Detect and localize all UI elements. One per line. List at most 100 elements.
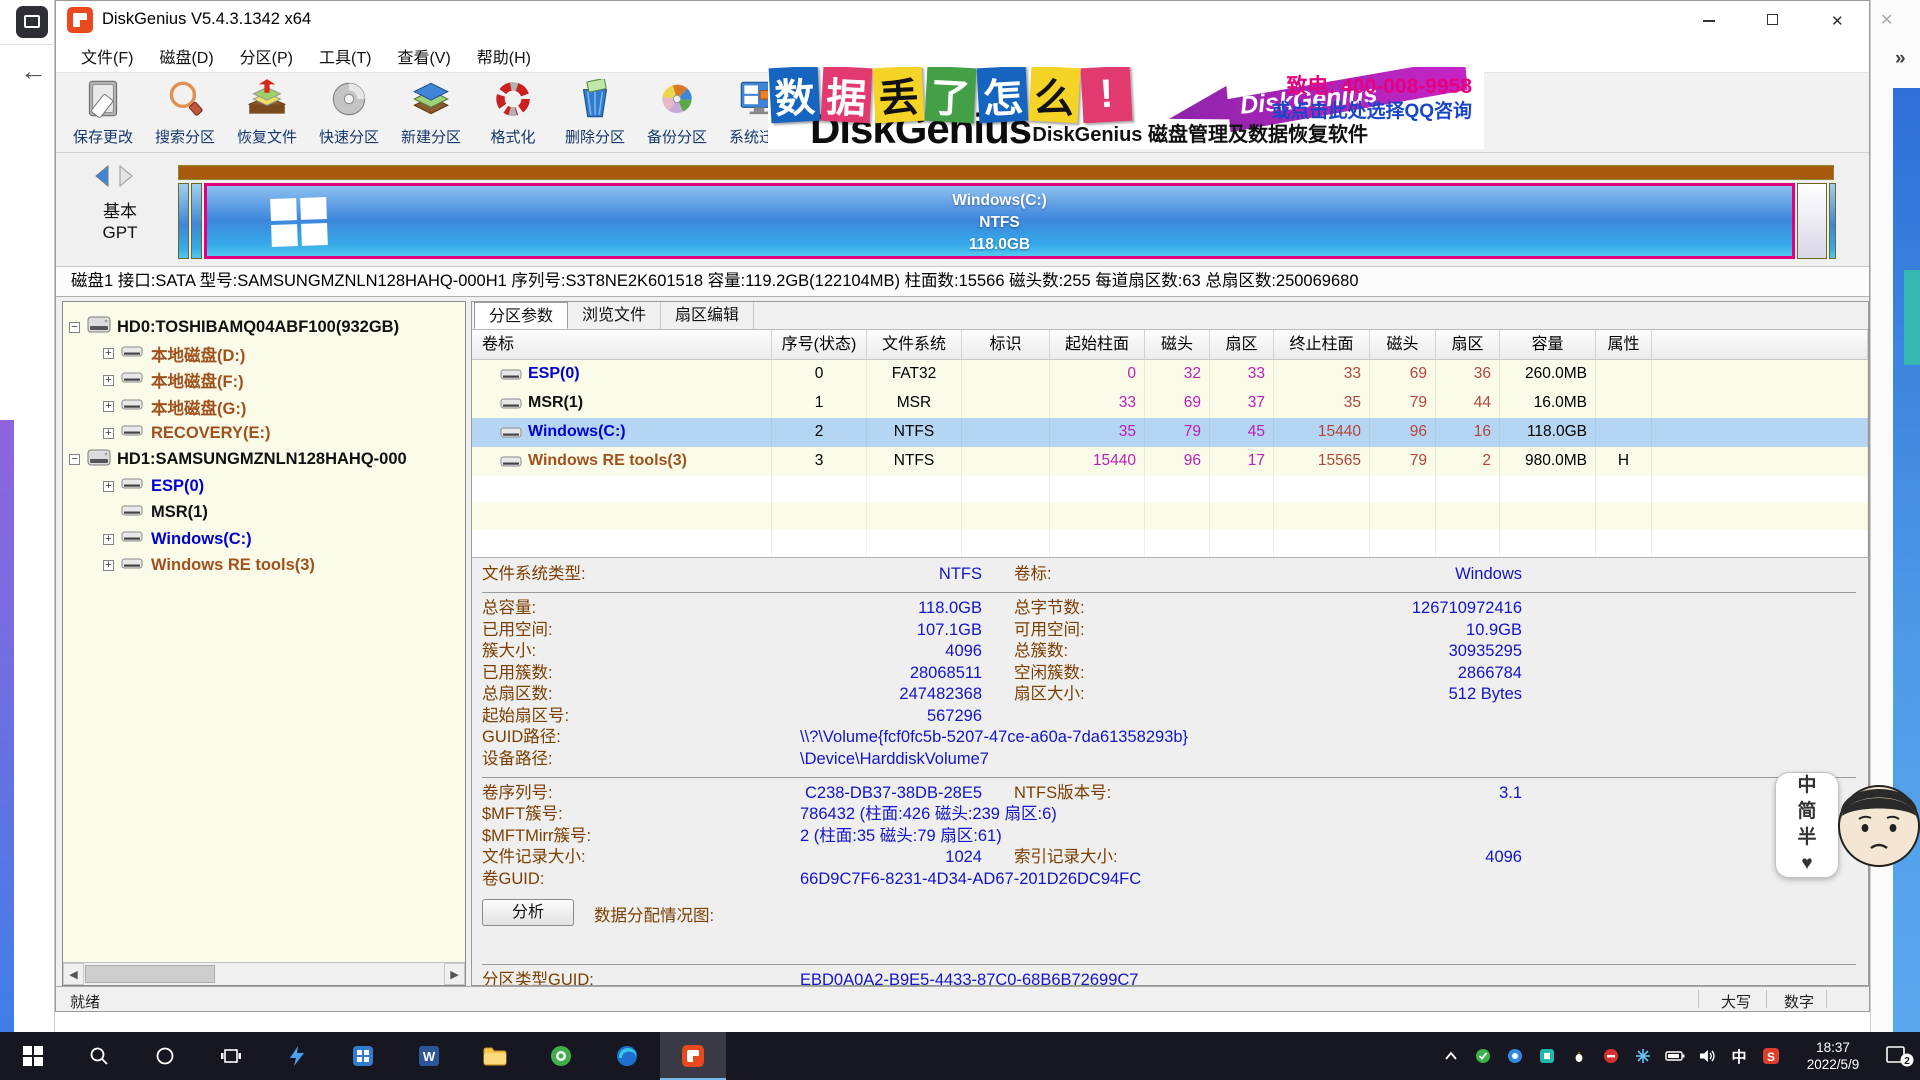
toolbar-button-save[interactable]: 保存更改	[62, 73, 144, 151]
column-header-3[interactable]: 标识	[962, 330, 1050, 359]
column-header-7[interactable]: 终止柱面	[1274, 330, 1370, 359]
table-row-msr-1-[interactable]: MSR(1)1MSR33693735794416.0MB	[472, 389, 1868, 418]
background-app-icon[interactable]	[16, 6, 48, 38]
toolbar-button-new-partition[interactable]: 新建分区	[390, 73, 472, 151]
column-header-1[interactable]: 序号(状态)	[772, 330, 867, 359]
tray-green-dot-icon[interactable]	[1470, 1032, 1496, 1080]
tray-ime-zh-icon[interactable]: 中	[1726, 1032, 1752, 1080]
tree-horizontal-scrollbar[interactable]: ◀ ▶	[63, 962, 465, 985]
tab-浏览文件[interactable]: 浏览文件	[568, 302, 661, 329]
taskbar-app-task-view[interactable]	[198, 1032, 264, 1080]
ime-item-0[interactable]: 中	[1797, 774, 1816, 798]
column-header-5[interactable]: 磁头	[1145, 330, 1210, 359]
tab-扇区编辑[interactable]: 扇区编辑	[661, 302, 754, 329]
ad-banner[interactable]: 数据丢了怎么! DiskGenius DiskGenius 致电: 400-00…	[768, 67, 1484, 149]
next-disk-icon[interactable]	[118, 165, 134, 187]
maximize-button[interactable]	[1741, 1, 1805, 39]
partition-block-windows-c[interactable]: Windows(C:) NTFS 118.0GB	[204, 183, 1795, 259]
tree-item--g-[interactable]: +本地磁盘(G:)	[63, 394, 465, 421]
tray-qq-icon[interactable]	[1566, 1032, 1592, 1080]
close-button[interactable]: ✕	[1805, 1, 1869, 39]
tab-分区参数[interactable]: 分区参数	[474, 302, 568, 329]
toolbar-button-format[interactable]: 格式化	[472, 73, 554, 151]
ime-item-3[interactable]: ♥	[1801, 852, 1812, 876]
tray-chevron-up-icon[interactable]	[1438, 1032, 1464, 1080]
column-header-9[interactable]: 扇区	[1436, 330, 1500, 359]
column-header-0[interactable]: 卷标	[472, 330, 772, 359]
collapse-icon[interactable]: −	[69, 454, 80, 465]
toolbar-button-delete-partition[interactable]: 删除分区	[554, 73, 636, 151]
menu-item-5[interactable]: 帮助(H)	[464, 44, 544, 68]
tree-item-windows-c-[interactable]: +Windows(C:)	[63, 526, 465, 553]
taskbar-app-bolt-app[interactable]	[264, 1032, 330, 1080]
partition-block-msr[interactable]	[191, 183, 202, 259]
scrollbar-thumb[interactable]	[85, 965, 215, 983]
partition-block-re-tools[interactable]	[1797, 183, 1827, 259]
ime-item-1[interactable]: 简	[1797, 800, 1816, 824]
partition-block-esp[interactable]	[178, 183, 189, 259]
tray-red-dot-icon[interactable]	[1598, 1032, 1624, 1080]
collapse-icon[interactable]: −	[69, 322, 80, 333]
table-row-windows-c-[interactable]: Windows(C:)2NTFS357945154409616118.0GB	[472, 418, 1868, 447]
expand-icon[interactable]: +	[103, 375, 114, 386]
menu-item-1[interactable]: 磁盘(D)	[146, 44, 226, 68]
expand-icon[interactable]: +	[103, 401, 114, 412]
minimize-button[interactable]	[1677, 1, 1741, 39]
column-header-11[interactable]: 属性	[1596, 330, 1652, 359]
expand-icon[interactable]: +	[103, 534, 114, 545]
tree-item-esp-0-[interactable]: +ESP(0)	[63, 473, 465, 500]
back-arrow-icon[interactable]: ←	[20, 56, 47, 87]
taskbar-clock[interactable]: 18:37 2022/5/9	[1790, 1032, 1876, 1080]
prev-disk-icon[interactable]	[94, 165, 110, 187]
toolbar-button-search-partition[interactable]: 搜索分区	[144, 73, 226, 151]
column-header-2[interactable]: 文件系统	[867, 330, 962, 359]
column-header-6[interactable]: 扇区	[1210, 330, 1274, 359]
expand-icon[interactable]: +	[103, 560, 114, 571]
expand-icon[interactable]: +	[103, 428, 114, 439]
column-header-10[interactable]: 容量	[1500, 330, 1596, 359]
tree-item-recovery-e-[interactable]: +RECOVERY(E:)	[63, 420, 465, 447]
expand-icon[interactable]: +	[103, 481, 114, 492]
tray-battery-icon[interactable]	[1662, 1032, 1688, 1080]
tray-blue-dot-icon[interactable]	[1502, 1032, 1528, 1080]
scroll-left-icon[interactable]: ◀	[63, 963, 84, 985]
tray-volume-icon[interactable]	[1694, 1032, 1720, 1080]
taskbar-app-cortana[interactable]	[132, 1032, 198, 1080]
tray-sogou-icon[interactable]: S	[1758, 1032, 1784, 1080]
taskbar-app-green-browser[interactable]	[528, 1032, 594, 1080]
menu-item-2[interactable]: 分区(P)	[227, 44, 306, 68]
tree-item-hd0-toshibamq04abf100-932gb-[interactable]: −HD0:TOSHIBAMQ04ABF100(932GB)	[63, 314, 465, 341]
expand-icon[interactable]: +	[103, 348, 114, 359]
tree-item-windows-re-tools-3-[interactable]: +Windows RE tools(3)	[63, 553, 465, 580]
menu-item-3[interactable]: 工具(T)	[306, 44, 384, 68]
analyze-button[interactable]: 分析	[482, 899, 574, 926]
tree-item-msr-1-[interactable]: MSR(1)	[63, 500, 465, 527]
background-close-icon[interactable]: ✕	[1880, 10, 1893, 30]
column-header-4[interactable]: 起始柱面	[1050, 330, 1145, 359]
toolbar-button-recover-files[interactable]: 恢复文件	[226, 73, 308, 151]
menu-item-0[interactable]: 文件(F)	[68, 44, 146, 68]
table-row-windows-re-tools-3-[interactable]: Windows RE tools(3)3NTFS1544096171556579…	[472, 447, 1868, 476]
table-row-esp-0-[interactable]: ESP(0)0FAT3203233336936260.0MB	[472, 360, 1868, 389]
taskbar-app-start[interactable]	[0, 1032, 66, 1080]
toolbar-button-backup-partition[interactable]: 备份分区	[636, 73, 718, 151]
column-header-8[interactable]: 磁头	[1370, 330, 1436, 359]
scroll-right-icon[interactable]: ▶	[444, 963, 465, 985]
ime-toolbar[interactable]: 中简半♥	[1775, 772, 1839, 878]
action-center-icon[interactable]: 2	[1884, 1044, 1914, 1068]
taskbar-app-diskgenius[interactable]	[660, 1032, 726, 1080]
tray-snowflake-icon[interactable]	[1630, 1032, 1656, 1080]
taskbar-app-word[interactable]: W	[396, 1032, 462, 1080]
tree-item--f-[interactable]: +本地磁盘(F:)	[63, 367, 465, 394]
overflow-chevron-icon[interactable]: »	[1895, 48, 1906, 70]
ime-item-2[interactable]: 半	[1797, 826, 1816, 850]
taskbar-app-search[interactable]	[66, 1032, 132, 1080]
toolbar-button-quick-partition[interactable]: 快速分区	[308, 73, 390, 151]
tray-teal-app-icon[interactable]	[1534, 1032, 1560, 1080]
tree-item-hd1-samsungmznln128hahq-000[interactable]: −HD1:SAMSUNGMZNLN128HAHQ-000	[63, 447, 465, 474]
tree-item--d-[interactable]: +本地磁盘(D:)	[63, 341, 465, 368]
menu-item-4[interactable]: 查看(V)	[384, 44, 463, 68]
taskbar-app-grid-app[interactable]	[330, 1032, 396, 1080]
taskbar-app-explorer[interactable]	[462, 1032, 528, 1080]
taskbar-app-edge[interactable]	[594, 1032, 660, 1080]
